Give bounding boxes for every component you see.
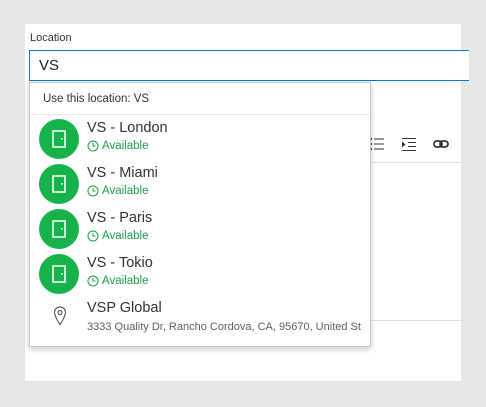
- clock-icon: [87, 185, 99, 197]
- formatting-toolbar: [369, 134, 449, 154]
- numbered-list-icon[interactable]: [369, 136, 385, 152]
- clock-icon: [87, 275, 99, 287]
- availability: Available: [87, 229, 370, 243]
- room-door-icon: [39, 209, 79, 249]
- availability: Available: [87, 139, 370, 153]
- availability-status: Available: [102, 140, 149, 152]
- room-name: VS - Tokio: [87, 255, 153, 271]
- room-name: VS - Paris: [87, 210, 153, 226]
- place-suggestion[interactable]: VSP Global 3333 Quality Dr, Rancho Cordo…: [30, 295, 370, 340]
- room-suggestion[interactable]: VS - Paris Available: [30, 205, 370, 250]
- room-name: VS - London: [87, 120, 168, 136]
- room-door-icon: [39, 164, 79, 204]
- place-name: VSP Global: [87, 300, 162, 316]
- clock-icon: [87, 140, 99, 152]
- availability-status: Available: [102, 230, 149, 242]
- availability: Available: [87, 184, 370, 198]
- room-suggestion[interactable]: VS - Miami Available: [30, 160, 370, 205]
- room-door-icon: [39, 119, 79, 159]
- room-suggestion[interactable]: VS - London Available: [30, 115, 370, 160]
- availability-status: Available: [102, 275, 149, 287]
- place-address: 3333 Quality Dr, Rancho Cordova, CA, 956…: [87, 321, 361, 333]
- indent-icon[interactable]: [401, 136, 417, 152]
- editor-bottom-border: [369, 320, 461, 321]
- availability-status: Available: [102, 185, 149, 197]
- link-icon[interactable]: [433, 136, 449, 152]
- room-door-icon: [39, 254, 79, 294]
- map-pin-icon: [53, 306, 67, 326]
- availability: Available: [87, 274, 370, 288]
- location-label: Location: [30, 32, 72, 44]
- use-this-location-option[interactable]: Use this location: VS: [30, 83, 370, 115]
- location-input[interactable]: [29, 50, 469, 81]
- room-suggestion[interactable]: VS - Tokio Available: [30, 250, 370, 295]
- room-name: VS - Miami: [87, 165, 158, 181]
- editor-divider: [369, 162, 461, 163]
- location-suggestions-dropdown: Use this location: VS VS - London Availa…: [29, 82, 371, 347]
- clock-icon: [87, 230, 99, 242]
